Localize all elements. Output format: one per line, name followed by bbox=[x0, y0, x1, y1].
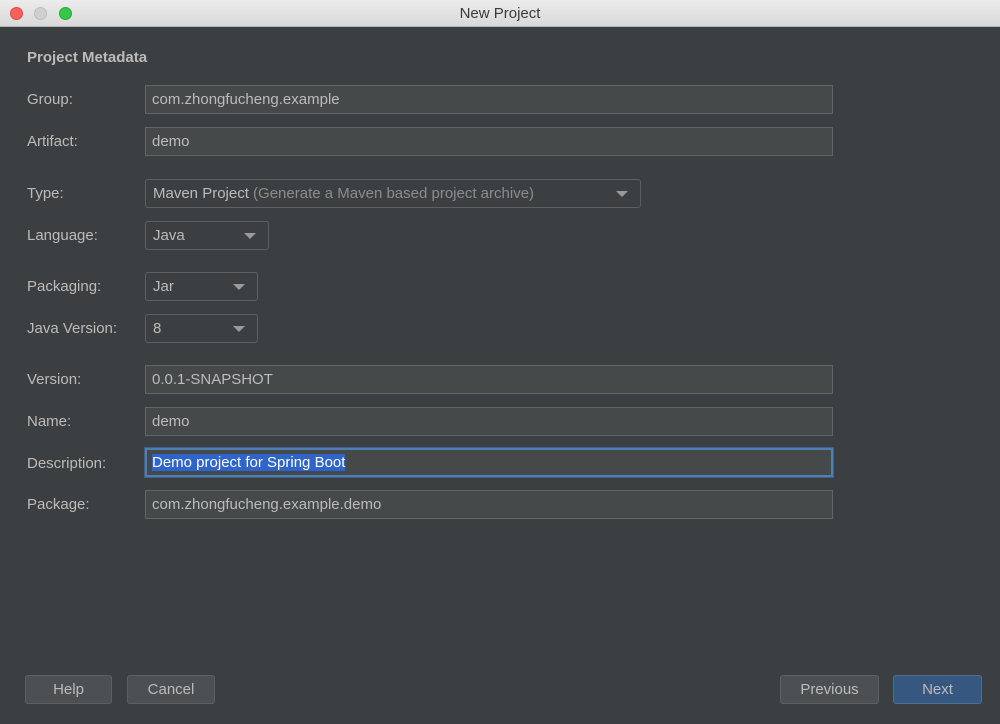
title-bar: New Project bbox=[0, 0, 1000, 27]
description-value-selected: Demo project for Spring Boot bbox=[152, 454, 346, 471]
type-dropdown[interactable]: Maven Project (Generate a Maven based pr… bbox=[145, 179, 641, 208]
packaging-value: Jar bbox=[153, 278, 174, 295]
help-button[interactable]: Help bbox=[25, 675, 112, 704]
artifact-field[interactable]: demo bbox=[145, 127, 833, 156]
description-field[interactable]: Demo project for Spring Boot bbox=[145, 448, 833, 477]
language-value: Java bbox=[153, 227, 185, 244]
name-label: Name: bbox=[27, 413, 72, 430]
cancel-button[interactable]: Cancel bbox=[127, 675, 215, 704]
previous-button[interactable]: Previous bbox=[780, 675, 879, 704]
chevron-down-icon bbox=[244, 233, 256, 239]
section-title: Project Metadata bbox=[27, 49, 148, 66]
chevron-down-icon bbox=[233, 284, 245, 290]
version-label: Version: bbox=[27, 371, 82, 388]
packaging-dropdown[interactable]: Jar bbox=[145, 272, 258, 301]
group-label: Group: bbox=[27, 91, 73, 108]
java-version-value: 8 bbox=[153, 320, 162, 337]
type-label: Type: bbox=[27, 185, 64, 202]
name-field[interactable]: demo bbox=[145, 407, 833, 436]
chevron-down-icon bbox=[616, 191, 628, 197]
java-version-label: Java Version: bbox=[27, 320, 118, 337]
language-dropdown[interactable]: Java bbox=[145, 221, 269, 250]
type-hint: (Generate a Maven based project archive) bbox=[253, 185, 535, 202]
language-label: Language: bbox=[27, 227, 98, 244]
next-button[interactable]: Next bbox=[893, 675, 982, 704]
package-label: Package: bbox=[27, 496, 90, 513]
type-value: Maven Project bbox=[153, 185, 249, 202]
package-field[interactable]: com.zhongfucheng.example.demo bbox=[145, 490, 833, 519]
group-field[interactable]: com.zhongfucheng.example bbox=[145, 85, 833, 114]
packaging-label: Packaging: bbox=[27, 278, 102, 295]
description-label: Description: bbox=[27, 455, 107, 472]
window-title: New Project bbox=[459, 5, 541, 22]
artifact-label: Artifact: bbox=[27, 133, 78, 150]
java-version-dropdown[interactable]: 8 bbox=[145, 314, 258, 343]
version-field[interactable]: 0.0.1-SNAPSHOT bbox=[145, 365, 833, 394]
chevron-down-icon bbox=[233, 326, 245, 332]
